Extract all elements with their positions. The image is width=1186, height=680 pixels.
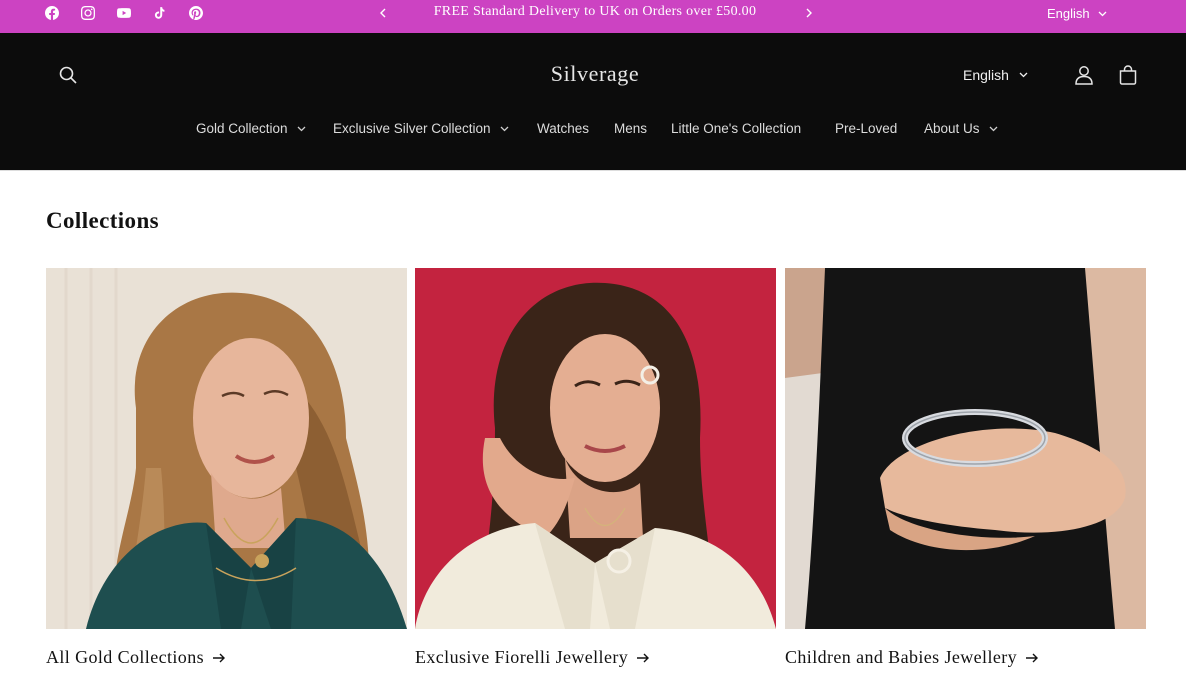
next-announcement-button[interactable] bbox=[802, 5, 816, 21]
header-language-label: English bbox=[963, 67, 1009, 83]
woman-with-pearl-jewellery-image bbox=[415, 268, 776, 629]
search-icon bbox=[59, 66, 77, 84]
user-icon bbox=[1075, 66, 1093, 85]
collection-title[interactable]: Exclusive Fiorelli Jewellery bbox=[415, 647, 650, 668]
arrow-right-icon bbox=[637, 653, 650, 662]
instagram-icon[interactable] bbox=[81, 6, 95, 20]
account-button[interactable] bbox=[1073, 64, 1095, 86]
nav-item-label: Mens bbox=[614, 121, 648, 136]
cart-button[interactable] bbox=[1117, 64, 1139, 86]
nav-item-mens[interactable]: Mens bbox=[614, 121, 647, 136]
nav-item-about-us[interactable]: About Us bbox=[924, 121, 998, 136]
tiktok-icon[interactable] bbox=[153, 6, 167, 20]
chevron-right-icon bbox=[806, 8, 812, 18]
chevron-down-icon bbox=[500, 126, 509, 131]
nav-item-pre-loved[interactable]: Pre-Loved bbox=[835, 121, 897, 136]
header-language-selector[interactable]: English bbox=[963, 67, 1028, 83]
search-button[interactable] bbox=[58, 65, 78, 85]
nav-item-label: Pre-Loved bbox=[835, 121, 898, 136]
header-divider bbox=[0, 170, 1186, 171]
collection-title[interactable]: Children and Babies Jewellery bbox=[785, 647, 1039, 668]
woman-with-gold-necklace-image bbox=[46, 268, 407, 629]
nav-item-label: Watches bbox=[537, 121, 590, 136]
chevron-down-icon bbox=[297, 126, 306, 131]
facebook-icon[interactable] bbox=[45, 6, 59, 20]
collection-image-children[interactable] bbox=[785, 268, 1146, 629]
nav-item-watches[interactable]: Watches bbox=[537, 121, 589, 136]
arrow-right-icon bbox=[1026, 653, 1039, 662]
nav-item-exclusive-silver-collection[interactable]: Exclusive Silver Collection bbox=[333, 121, 509, 136]
youtube-icon[interactable] bbox=[117, 6, 131, 20]
collection-card-gold[interactable]: All Gold Collections bbox=[46, 268, 407, 680]
arrow-right-icon bbox=[213, 653, 225, 662]
announcement-language-label: English bbox=[1047, 6, 1090, 21]
site-header: Silverage English Gold Collection Exclus… bbox=[0, 33, 1186, 170]
announcement-text: FREE Standard Delivery to UK on Orders o… bbox=[433, 4, 757, 19]
hand-holding-bangle-image bbox=[785, 268, 1146, 629]
page-title: Collections bbox=[46, 208, 159, 233]
nav-item-little-ones-collection[interactable]: Little One's Collection bbox=[671, 121, 801, 136]
collection-image-fiorelli[interactable] bbox=[415, 268, 776, 629]
chevron-left-icon bbox=[380, 8, 386, 18]
collection-card-fiorelli[interactable]: Exclusive Fiorelli Jewellery bbox=[415, 268, 776, 680]
collection-title[interactable]: All Gold Collections bbox=[46, 647, 226, 668]
chevron-down-icon bbox=[989, 126, 997, 131]
main-navigation: Gold Collection Exclusive Silver Collect… bbox=[0, 121, 1186, 141]
announcement-bar: FREE Standard Delivery to UK on Orders o… bbox=[0, 0, 1186, 33]
nav-item-label: Exclusive Silver Collection bbox=[333, 121, 491, 136]
collection-image-gold[interactable] bbox=[46, 268, 407, 629]
collection-title-text: Children and Babies Jewellery bbox=[785, 647, 1018, 667]
nav-item-gold-collection[interactable]: Gold Collection bbox=[196, 121, 306, 136]
chevron-down-icon bbox=[1098, 11, 1107, 16]
pinterest-icon[interactable] bbox=[189, 6, 203, 20]
nav-item-label: Gold Collection bbox=[196, 121, 288, 136]
previous-announcement-button[interactable] bbox=[376, 5, 390, 21]
site-logo[interactable]: Silverage bbox=[500, 61, 690, 87]
nav-item-label: Little One's Collection bbox=[671, 121, 802, 136]
collection-card-children[interactable]: Children and Babies Jewellery bbox=[785, 268, 1146, 680]
nav-item-label: About Us bbox=[924, 121, 980, 136]
announcement-language-selector[interactable]: English bbox=[1047, 6, 1107, 21]
collection-title-text: All Gold Collections bbox=[46, 647, 204, 667]
chevron-down-icon bbox=[1019, 72, 1028, 78]
collection-title-text: Exclusive Fiorelli Jewellery bbox=[415, 647, 629, 667]
shopping-bag-icon bbox=[1119, 65, 1137, 85]
